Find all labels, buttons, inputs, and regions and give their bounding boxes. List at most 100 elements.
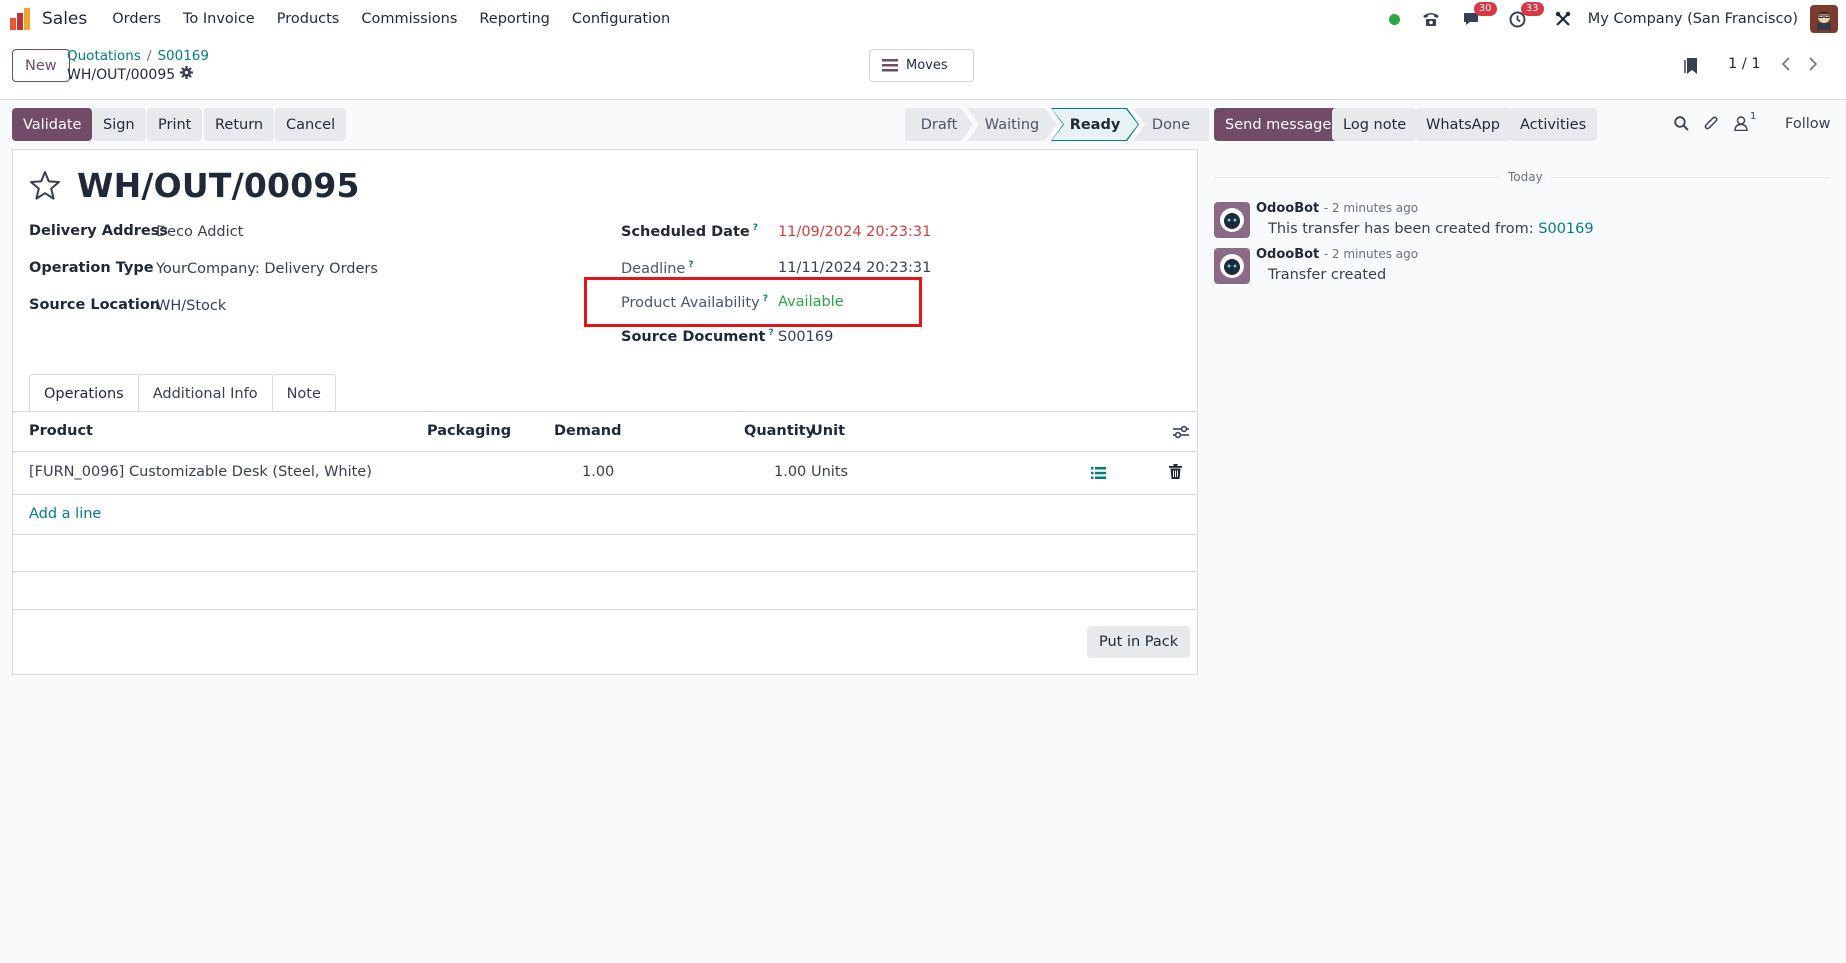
help-icon[interactable]: ? [768,328,773,338]
print-button[interactable]: Print [147,108,203,141]
tab-note[interactable]: Note [271,374,336,412]
list-icon [882,59,898,72]
log-note-button[interactable]: Log note [1332,108,1418,141]
breadcrumb-so[interactable]: S00169 [157,48,209,64]
search-icon[interactable] [1674,116,1689,135]
highlight-annotation [584,277,922,327]
source-location-label: Source Location [29,297,161,313]
moves-label: Moves [906,58,948,73]
sales-app-icon[interactable] [10,8,32,30]
column-packaging[interactable]: Packaging [427,423,511,439]
stage-pipeline: Draft Waiting Ready Done [905,108,1209,141]
put-in-pack-button[interactable]: Put in Pack [1087,626,1191,658]
menu-commissions[interactable]: Commissions [350,11,468,27]
chevron-left-icon[interactable] [1774,52,1796,76]
followers-icon[interactable]: 1 [1734,111,1756,131]
source-location-value[interactable]: WH/Stock [156,298,226,314]
messages-badge: 30 [1473,2,1497,16]
statusbar: Validate Sign Print Return Cancel Draft … [0,100,1209,148]
column-settings-icon[interactable] [1173,425,1189,443]
help-icon[interactable]: ? [688,260,693,270]
stage-done[interactable]: Done [1133,108,1209,141]
cancel-button[interactable]: Cancel [275,108,347,141]
form-sheet: WH/OUT/00095 Delivery Address Deco Addic… [12,149,1198,675]
deadline-label: Deadline? [621,260,694,277]
pager-value[interactable]: 1 / 1 [1728,56,1761,72]
activities-clock-icon[interactable]: 33 [1509,1,1544,28]
star-icon[interactable] [29,170,61,204]
message-body: Transfer created [1268,267,1387,283]
messages-icon[interactable]: 30 [1462,2,1497,27]
message-time: - 2 minutes ago [1323,201,1419,215]
company-switcher[interactable]: My Company (San Francisco) [1588,11,1798,27]
detailed-operations-icon[interactable] [1091,466,1106,484]
menu-orders[interactable]: Orders [101,11,172,27]
table-divider [13,609,1197,610]
gear-icon[interactable] [180,66,194,83]
add-line-link[interactable]: Add a line [29,506,101,522]
new-button[interactable]: New [12,49,70,82]
operation-type-label: Operation Type [29,260,154,276]
column-demand[interactable]: Demand [554,423,621,439]
stage-waiting[interactable]: Waiting [967,108,1057,141]
scheduled-date-label: Scheduled Date? [621,223,758,240]
activities-button[interactable]: Activities [1509,108,1598,141]
row-product[interactable]: [FURN_0096] Customizable Desk (Steel, Wh… [29,464,372,480]
app-name[interactable]: Sales [42,9,87,29]
stage-ready[interactable]: Ready [1051,108,1139,141]
bookmark-icon[interactable] [1684,58,1698,78]
scheduled-date-value[interactable]: 11/09/2024 20:23:31 [778,224,931,240]
tab-additional-info[interactable]: Additional Info [137,374,273,412]
row-unit[interactable]: Units [811,464,848,480]
menu-to-invoice[interactable]: To Invoice [172,11,266,27]
odoobot-avatar[interactable] [1214,248,1250,284]
operation-type-value[interactable]: YourCompany: Delivery Orders [156,261,378,277]
debug-tools-icon[interactable] [1555,11,1571,27]
row-demand[interactable]: 1.00 [582,464,614,480]
delivery-address-label: Delivery Address [29,223,168,239]
table-row[interactable]: [FURN_0096] Customizable Desk (Steel, Wh… [13,452,1197,495]
validate-button[interactable]: Validate [12,108,93,141]
source-order-link[interactable]: S00169 [1538,221,1593,237]
paperclip-icon[interactable] [1704,116,1719,136]
help-icon[interactable]: ? [753,223,758,233]
column-unit[interactable]: Unit [811,423,845,439]
trash-icon[interactable] [1169,464,1182,483]
message-author[interactable]: OdooBot - 2 minutes ago [1256,201,1418,216]
activities-badge: 33 [1520,1,1544,16]
tab-operations[interactable]: Operations [29,374,139,412]
return-button[interactable]: Return [204,108,275,141]
table-divider [13,534,1197,535]
message-author[interactable]: OdooBot - 2 minutes ago [1256,247,1418,262]
column-quantity[interactable]: Quantity [744,423,815,439]
table-divider [13,571,1197,572]
row-quantity[interactable]: 1.00 [774,464,806,480]
record-title: WH/OUT/00095 [77,166,360,205]
table-header: Product Packaging Demand Quantity Unit [13,412,1197,452]
source-document-value[interactable]: S00169 [778,329,833,345]
sign-button[interactable]: Sign [92,108,146,141]
stage-draft[interactable]: Draft [905,108,973,141]
source-document-label: Source Document? [621,328,774,345]
menu-configuration[interactable]: Configuration [561,11,681,27]
breadcrumb-quotations[interactable]: Quotations [67,48,141,64]
menu-reporting[interactable]: Reporting [468,11,561,27]
breadcrumb: Quotations / S00169 [67,48,209,64]
control-panel: New Quotations / S00169 WH/OUT/00095 Moves… [0,38,1846,100]
follow-button[interactable]: Follow [1785,116,1830,132]
phone-icon[interactable] [1422,11,1440,27]
delivery-address-value[interactable]: Deco Addict [156,224,243,240]
record-name-text: WH/OUT/00095 [67,66,176,83]
presence-status-icon[interactable] [1388,13,1400,25]
column-product[interactable]: Product [29,423,93,439]
odoobot-avatar[interactable] [1214,202,1250,238]
send-message-button[interactable]: Send message [1214,108,1343,141]
main-menu: Orders To Invoice Products Commissions R… [101,11,681,27]
deadline-value[interactable]: 11/11/2024 20:23:31 [778,260,931,276]
chevron-right-icon[interactable] [1802,52,1824,76]
moves-smart-button[interactable]: Moves [869,49,974,82]
followers-count: 1 [1750,111,1757,122]
user-avatar[interactable] [1810,5,1838,33]
menu-products[interactable]: Products [266,11,351,27]
whatsapp-button[interactable]: WhatsApp [1415,108,1511,141]
